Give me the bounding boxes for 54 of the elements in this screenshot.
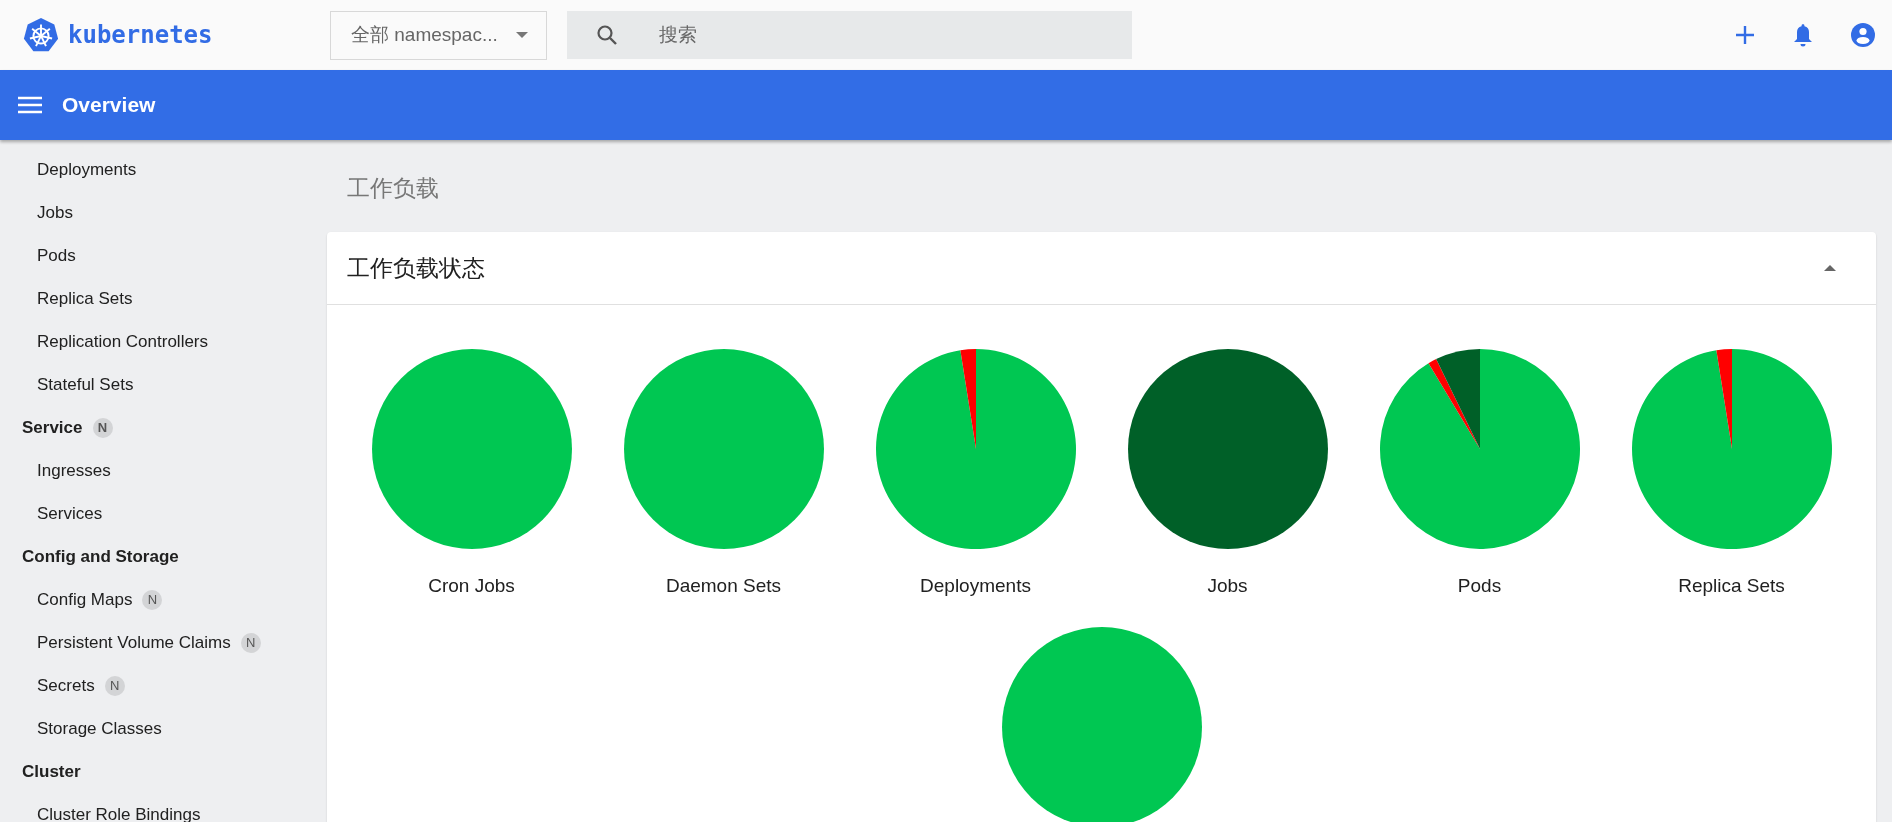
sidebar-section-header[interactable]: Config and Storage: [0, 535, 327, 578]
sidebar-item[interactable]: Deployments: [0, 148, 327, 191]
sidebar-label: Cluster: [22, 761, 81, 782]
dropdown-caret-icon: [516, 32, 528, 38]
card-title: 工作负载状态: [347, 253, 485, 283]
chart-label: Replica Sets: [1678, 575, 1785, 597]
plus-icon[interactable]: [1734, 24, 1756, 46]
sidebar-item[interactable]: Replica Sets: [0, 277, 327, 320]
bell-icon[interactable]: [1792, 23, 1814, 47]
sidebar-label: Config Maps: [37, 589, 133, 610]
page-title: Overview: [62, 93, 156, 117]
logo-icon: [22, 16, 60, 54]
sidebar-label: Deployments: [37, 159, 137, 180]
sidebar-item[interactable]: Pods: [0, 234, 327, 277]
sidebar-label: Pods: [37, 245, 76, 266]
sidebar-item[interactable]: Replication Controllers: [0, 320, 327, 363]
sidebar-section-header[interactable]: Service N: [0, 406, 327, 449]
chart-label: Daemon Sets: [665, 575, 782, 597]
account-icon[interactable]: [1850, 22, 1876, 48]
sidebar-item[interactable]: Services: [0, 492, 327, 535]
sidebar-item[interactable]: Jobs: [0, 191, 327, 234]
sidebar-label: Replication Controllers: [37, 331, 209, 352]
sidebar-label: Config and Storage: [22, 546, 179, 567]
sidebar-label: Service: [22, 417, 83, 438]
sidebar-label: Ingresses: [37, 460, 111, 481]
sidebar-label: Stateful Sets: [37, 374, 134, 395]
collapse-caret-icon[interactable]: [1824, 265, 1836, 271]
menu-icon[interactable]: [18, 95, 42, 115]
namespaced-badge: N: [142, 589, 163, 610]
namespace-select[interactable]: 全部 namespac...: [330, 10, 547, 60]
namespaced-badge: N: [104, 675, 125, 696]
sidebar-label: Persistent Volume Claims: [37, 632, 231, 653]
sidebar-label: Storage Classes: [37, 718, 162, 739]
search-field[interactable]: 搜索: [567, 11, 1132, 59]
chart-label: Jobs: [1207, 575, 1248, 597]
sidebar-item[interactable]: Storage Classes: [0, 707, 327, 750]
sidebar-label: Replica Sets: [37, 288, 133, 309]
sidebar-label: Services: [37, 503, 103, 524]
sidebar-item[interactable]: Persistent Volume Claims N: [0, 621, 327, 664]
chart-label: Pods: [1457, 575, 1502, 597]
chart-label: Deployments: [920, 575, 1031, 597]
sidebar-label: Secrets: [37, 675, 95, 696]
sidebar-section-header[interactable]: Cluster: [0, 750, 327, 793]
sidebar-item[interactable]: Ingresses: [0, 449, 327, 492]
sidebar-item[interactable]: Stateful Sets: [0, 363, 327, 406]
namespaced-badge: N: [92, 417, 113, 438]
sidebar-item[interactable]: Config Maps N: [0, 578, 327, 621]
logo-text: kubernetes: [68, 21, 213, 49]
chart-label: Cron Jobs: [428, 575, 515, 597]
search-icon: [595, 23, 619, 47]
section-heading: 工作负载: [346, 173, 440, 203]
sidebar-item[interactable]: Secrets N: [0, 664, 327, 707]
namespaced-badge: N: [240, 632, 261, 653]
sidebar-label: Jobs: [37, 202, 73, 223]
